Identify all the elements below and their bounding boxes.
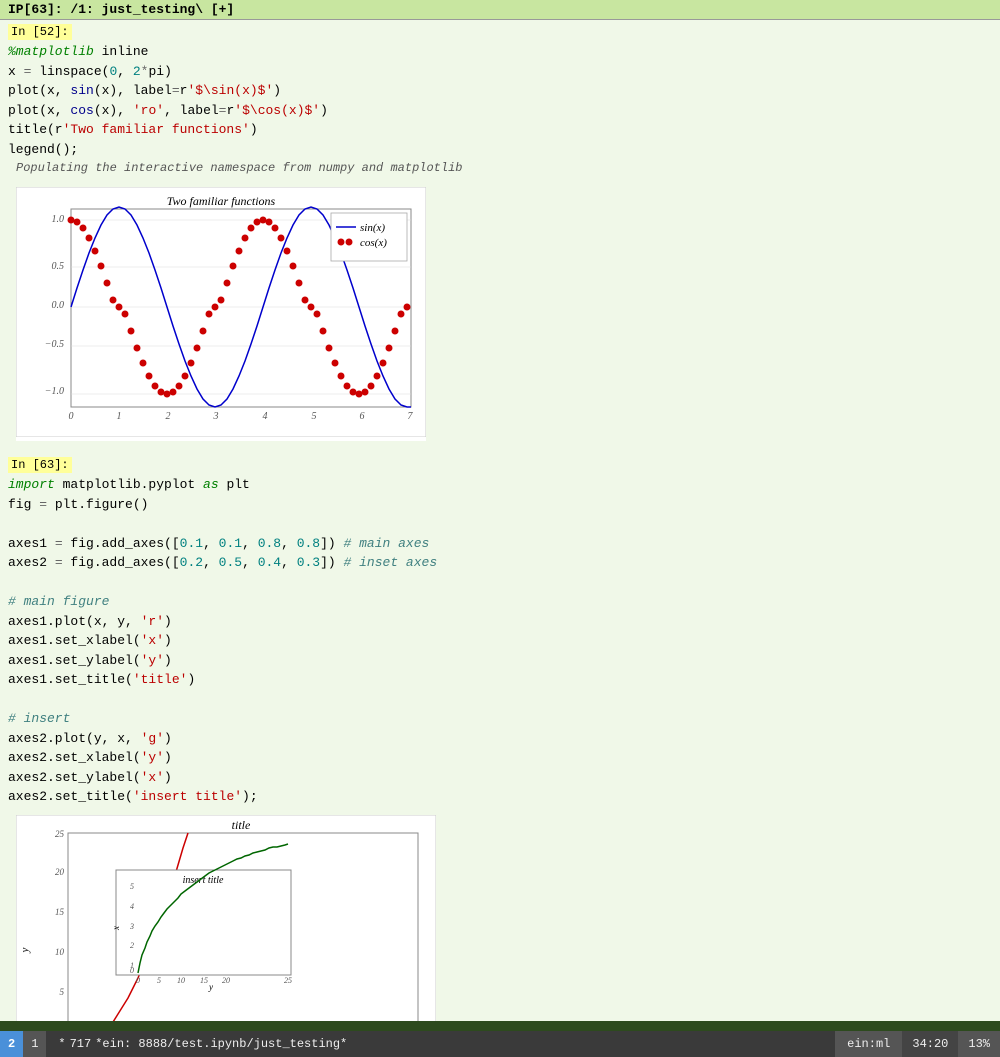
svg-text:20: 20 bbox=[222, 976, 230, 985]
status-right: 34:20 13% bbox=[902, 1031, 1000, 1057]
cell-63-code: import matplotlib.pyplot as plt fig = pl… bbox=[8, 475, 992, 807]
svg-text:0: 0 bbox=[136, 976, 140, 985]
status-percent: 13% bbox=[958, 1031, 1000, 1057]
plot-1: Two familiar functions 1.0 0.5 0.0 −0.5 … bbox=[16, 187, 426, 441]
status-num1: 2 bbox=[0, 1031, 23, 1057]
svg-text:0.0: 0.0 bbox=[52, 300, 65, 311]
svg-text:y: y bbox=[208, 982, 213, 992]
svg-text:2: 2 bbox=[166, 411, 171, 422]
cell-63: In [63]: import matplotlib.pyplot as plt… bbox=[0, 453, 1000, 1021]
sin-cos-chart: Two familiar functions 1.0 0.5 0.0 −0.5 … bbox=[16, 187, 426, 437]
status-bufnum: 717 bbox=[70, 1037, 92, 1051]
svg-text:0: 0 bbox=[69, 411, 74, 422]
svg-text:5: 5 bbox=[157, 976, 161, 985]
svg-text:cos(x): cos(x) bbox=[360, 237, 387, 249]
svg-text:4: 4 bbox=[263, 411, 268, 422]
svg-text:3: 3 bbox=[213, 411, 219, 422]
status-position: 34:20 bbox=[902, 1031, 958, 1057]
svg-text:5: 5 bbox=[312, 411, 317, 422]
svg-text:y: y bbox=[19, 947, 31, 953]
svg-text:5: 5 bbox=[130, 882, 134, 891]
title-bar: IP[63]: /1: just_testing\ [+] bbox=[0, 0, 1000, 20]
status-filename: * 717 *ein: 8888/test.ipynb/just_testing… bbox=[46, 1031, 835, 1057]
svg-text:3: 3 bbox=[129, 922, 134, 931]
cell-52-code: %matplotlib inline x = linspace(0, 2*pi)… bbox=[8, 42, 992, 159]
title-text: IP[63]: /1: just_testing\ [+] bbox=[8, 2, 234, 17]
svg-text:6: 6 bbox=[360, 411, 365, 422]
svg-text:20: 20 bbox=[55, 867, 65, 877]
svg-text:−0.5: −0.5 bbox=[45, 339, 64, 350]
status-mode: ein:ml bbox=[835, 1031, 902, 1057]
status-modified: * bbox=[58, 1037, 65, 1051]
svg-text:25: 25 bbox=[55, 829, 65, 839]
svg-text:−1.0: −1.0 bbox=[45, 386, 64, 397]
svg-text:0: 0 bbox=[130, 966, 134, 975]
svg-text:0.5: 0.5 bbox=[52, 261, 65, 272]
svg-text:10: 10 bbox=[55, 947, 65, 957]
svg-text:4: 4 bbox=[130, 902, 134, 911]
notebook[interactable]: In [52]: %matplotlib inline x = linspace… bbox=[0, 20, 1000, 1021]
cell-52: In [52]: %matplotlib inline x = linspace… bbox=[0, 20, 1000, 453]
svg-text:5: 5 bbox=[60, 987, 65, 997]
status-bar: 2 1 * 717 *ein: 8888/test.ipynb/just_tes… bbox=[0, 1031, 1000, 1057]
svg-text:2: 2 bbox=[130, 941, 134, 950]
svg-text:15: 15 bbox=[200, 976, 208, 985]
plot-2: title y x 25 20 15 10 5 0 0 1 2 3 4 bbox=[16, 815, 436, 1022]
cell-52-output: Populating the interactive namespace fro… bbox=[8, 159, 992, 179]
svg-text:1.0: 1.0 bbox=[52, 214, 65, 225]
svg-text:Two familiar functions: Two familiar functions bbox=[167, 194, 276, 208]
svg-text:25: 25 bbox=[284, 976, 292, 985]
main-inset-chart: title y x 25 20 15 10 5 0 0 1 2 3 4 bbox=[16, 815, 436, 1022]
svg-text:15: 15 bbox=[55, 907, 65, 917]
svg-text:sin(x): sin(x) bbox=[360, 222, 385, 234]
cell-63-label[interactable]: In [63]: bbox=[8, 457, 72, 473]
svg-text:10: 10 bbox=[177, 976, 185, 985]
svg-text:1: 1 bbox=[117, 411, 122, 422]
cell-52-label[interactable]: In [52]: bbox=[8, 24, 72, 40]
status-filepath: *ein: 8888/test.ipynb/just_testing* bbox=[95, 1037, 347, 1051]
status-num2: 1 bbox=[23, 1031, 46, 1057]
svg-text:x: x bbox=[111, 926, 121, 931]
svg-text:title: title bbox=[232, 818, 251, 832]
